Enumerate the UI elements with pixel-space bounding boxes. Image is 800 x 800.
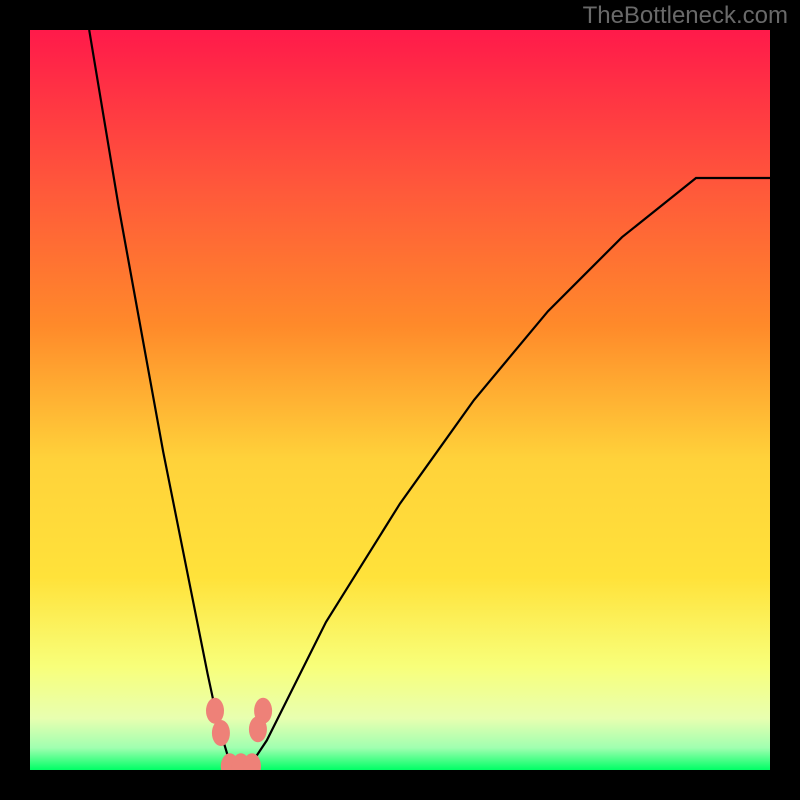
gradient-background [30, 30, 770, 770]
marker-left-upper [206, 698, 224, 724]
chart-frame: TheBottleneck.com [0, 0, 800, 800]
bottleneck-chart [30, 30, 770, 770]
marker-right-lower [249, 716, 267, 742]
watermark-text: TheBottleneck.com [583, 2, 788, 30]
marker-left-lower [212, 720, 230, 746]
plot-area [30, 30, 770, 770]
